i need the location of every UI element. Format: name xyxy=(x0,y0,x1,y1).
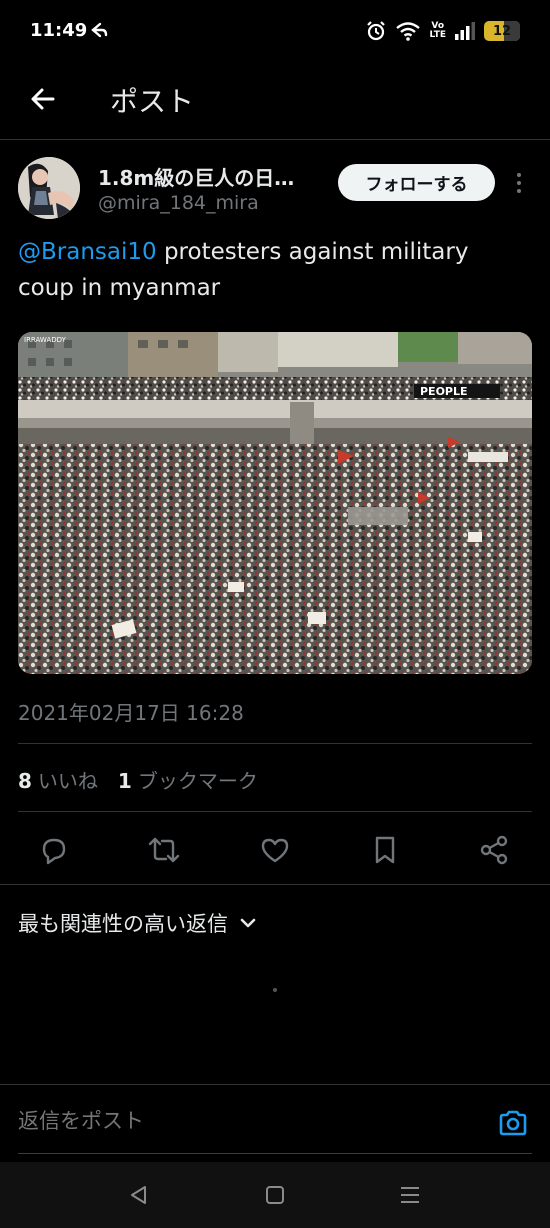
signal-icon xyxy=(455,22,475,40)
bookmark-button[interactable] xyxy=(365,830,405,870)
likes-count[interactable]: 8 xyxy=(18,769,32,793)
volte-indicator: Vo LTE xyxy=(429,21,446,40)
reply-input[interactable] xyxy=(18,1109,458,1133)
divider xyxy=(0,884,550,885)
banner-text: PEOPLE xyxy=(420,385,468,398)
reply-sort-label: 最も関連性の高い返信 xyxy=(18,912,228,936)
chevron-down-icon xyxy=(240,918,256,928)
nav-back-icon[interactable] xyxy=(126,1182,152,1208)
protest-crowd-photo: PEOPLE IRRAWADDY xyxy=(18,332,532,674)
back-arrow-icon[interactable] xyxy=(28,84,58,114)
share-icon xyxy=(480,835,508,865)
alarm-icon xyxy=(367,21,386,41)
system-navigation-bar xyxy=(0,1162,550,1228)
post-actions xyxy=(0,824,550,874)
reply-composer xyxy=(0,1084,550,1162)
reply-sort-selector[interactable]: 最も関連性の高い返信 xyxy=(18,908,256,938)
status-icons: Vo LTE 12 xyxy=(365,20,520,42)
post-image[interactable]: PEOPLE IRRAWADDY xyxy=(18,332,532,674)
follow-button[interactable]: フォローする xyxy=(338,164,495,201)
post-timestamp: 2021年02月17日 16:28 xyxy=(18,701,244,725)
bookmarks-count[interactable]: 1 xyxy=(118,769,132,793)
top-app-bar: ポスト xyxy=(0,62,550,140)
battery-indicator: 12 xyxy=(484,21,520,41)
post-stats: 8 いいね 1 ブックマーク xyxy=(18,765,258,794)
author-handle[interactable]: @mira_184_mira xyxy=(98,192,259,214)
repost-button[interactable] xyxy=(144,830,184,870)
author-display-name[interactable]: 1.8m級の巨人の日… xyxy=(98,162,294,191)
divider xyxy=(18,743,532,744)
likes-label[interactable]: いいね xyxy=(38,765,98,794)
nav-home-icon[interactable] xyxy=(262,1182,288,1208)
divider xyxy=(18,811,532,812)
page-title: ポスト xyxy=(110,85,195,118)
like-button[interactable] xyxy=(255,830,295,870)
heart-icon xyxy=(261,838,289,863)
repost-icon xyxy=(148,837,180,863)
status-time: 11:49 xyxy=(30,20,88,41)
call-forward-icon xyxy=(91,22,108,38)
loading-indicator xyxy=(273,988,277,992)
bookmarks-label[interactable]: ブックマーク xyxy=(138,765,258,794)
mention-link[interactable]: @Bransai10 xyxy=(18,239,157,265)
post-text: @Bransai10 protesters against military c… xyxy=(18,234,528,306)
avatar[interactable] xyxy=(18,157,80,219)
camera-icon[interactable] xyxy=(497,1107,529,1139)
status-bar: 11:49 Vo LTE 12 xyxy=(0,0,550,62)
nav-recents-icon[interactable] xyxy=(397,1182,423,1208)
share-button[interactable] xyxy=(474,830,514,870)
bookmark-icon xyxy=(375,836,395,864)
reply-button[interactable] xyxy=(34,830,74,870)
divider xyxy=(18,1153,532,1154)
more-options-icon[interactable] xyxy=(514,172,524,194)
wifi-icon xyxy=(396,22,421,41)
reply-icon xyxy=(42,838,66,865)
image-watermark: IRRAWADDY xyxy=(24,336,67,344)
